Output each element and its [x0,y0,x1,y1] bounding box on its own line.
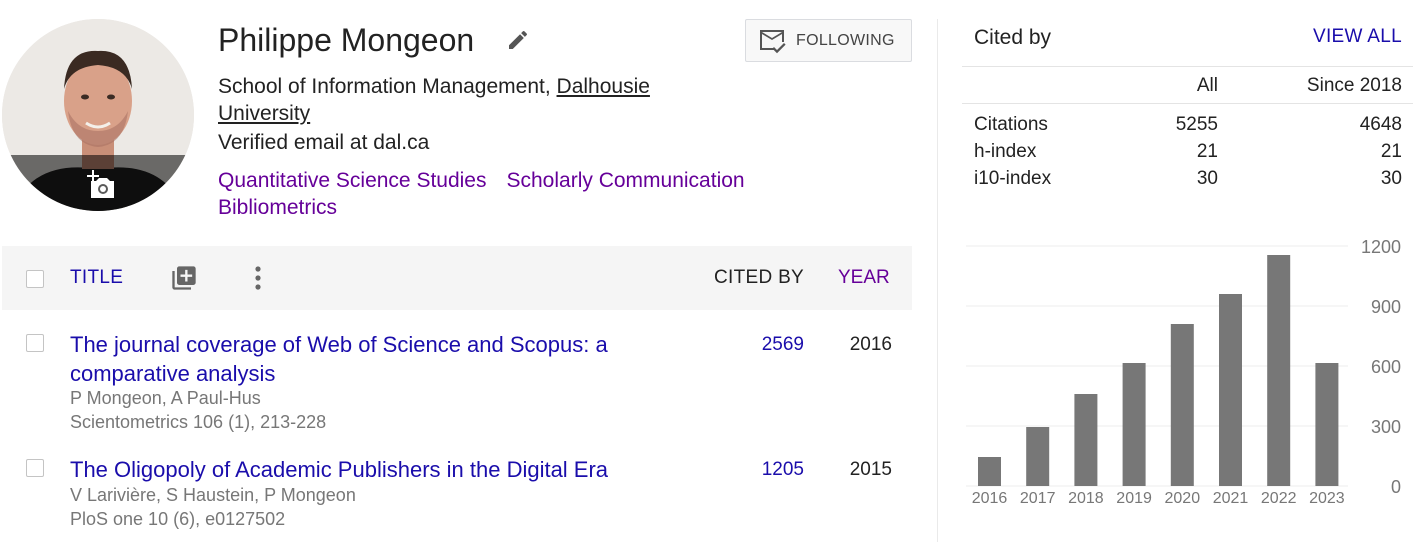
article-authors: P Mongeon, A Paul-Hus [70,388,261,408]
stats-label: Citations [974,114,1048,135]
citation-bar[interactable] [1170,324,1194,486]
cited-by-header: CITED BY [714,267,805,288]
citation-bar[interactable] [1122,363,1146,486]
article-venue: PloS one 10 (6), e0127502 [70,509,286,529]
view-all-link[interactable]: VIEW ALL [1313,26,1402,48]
x-tick-label: 2021 [1213,490,1249,507]
stats-label: i10-index [974,168,1052,189]
x-tick-label: 2022 [1261,490,1297,507]
following-button[interactable]: FOLLOWING [745,19,912,62]
add-photo-icon[interactable] [83,167,117,201]
select-all-checkbox[interactable] [26,270,44,288]
stats-since-value: 30 [1380,168,1402,189]
cited-by-title: Cited by [974,26,1052,49]
x-tick-label: 2016 [972,490,1008,507]
sort-by-year[interactable]: YEAR [838,267,890,289]
interest-link[interactable]: Quantitative Science Studies [218,169,487,192]
interest-link[interactable]: Scholarly Communication [507,169,745,192]
y-tick-label: 300 [1371,417,1401,437]
article-venue: Scientometrics 106 (1), 213-228 [70,412,327,432]
citation-bar[interactable] [1219,294,1242,486]
article-cited-by-link[interactable]: 1205 [762,459,804,481]
citation-bar[interactable] [1315,363,1339,486]
article-row: The Oligopoly of Academic Publishers in … [2,455,912,535]
articles-table-header: TITLE CITED BY YEAR [2,246,912,310]
x-tick-label: 2023 [1309,490,1345,507]
article-row: The journal coverage of Web of Science a… [2,330,912,440]
add-article-icon[interactable] [170,264,198,292]
divider [962,66,1413,67]
citation-bar[interactable] [1267,255,1291,486]
affiliation-text: School of Information Management, [218,75,557,98]
stats-since-value: 21 [1380,141,1402,162]
stats-since-value: 4648 [1359,114,1402,135]
stats-all-value: 30 [1196,168,1218,189]
article-year: 2016 [849,334,892,355]
following-label: FOLLOWING [796,31,895,49]
x-tick-label: 2017 [1020,490,1056,507]
citations-per-year-chart: 0 300 600 900 1200 2016 2017 2018 2019 2020 2021 20… [966,237,1401,507]
x-tick-label: 2018 [1068,490,1104,507]
verified-email: Verified email at dal.ca [218,131,430,154]
affiliation: School of Information Management, Dalhou… [218,73,718,127]
divider [962,103,1413,104]
stats-all-value: 21 [1196,141,1218,162]
more-options-icon[interactable] [248,264,268,292]
x-tick-label: 2019 [1116,490,1152,507]
column-divider [937,19,938,542]
stats-label: h-index [974,141,1037,162]
stats-col-since: Since 2018 [1306,75,1402,96]
sort-by-title[interactable]: TITLE [70,267,123,289]
interest-link[interactable]: Bibliometrics [218,196,337,219]
x-tick-label: 2020 [1165,490,1201,507]
profile-photo[interactable] [2,19,194,211]
article-title-link[interactable]: The Oligopoly of Academic Publishers in … [70,455,770,484]
article-title-link[interactable]: The journal coverage of Web of Science a… [70,330,690,388]
edit-pencil-icon[interactable] [506,28,530,52]
citation-bar[interactable] [1026,427,1050,486]
mail-check-icon [760,29,786,53]
y-tick-label: 0 [1391,477,1401,497]
stats-col-all: All [1196,75,1218,96]
citation-bar[interactable] [978,457,1001,486]
research-interests: Quantitative Science Studies Scholarly Co… [218,167,818,221]
article-checkbox[interactable] [26,459,44,477]
article-year: 2015 [849,459,892,480]
profile-name: Philippe Mongeon [218,22,475,58]
article-checkbox[interactable] [26,334,44,352]
y-tick-label: 900 [1371,297,1401,317]
stats-all-value: 5255 [1175,114,1218,135]
y-tick-label: 600 [1371,357,1401,377]
article-cited-by-link[interactable]: 2569 [762,334,804,356]
y-tick-label: 1200 [1361,237,1401,257]
article-authors: V Larivière, S Haustein, P Mongeon [70,485,356,505]
citation-bar[interactable] [1074,394,1098,486]
